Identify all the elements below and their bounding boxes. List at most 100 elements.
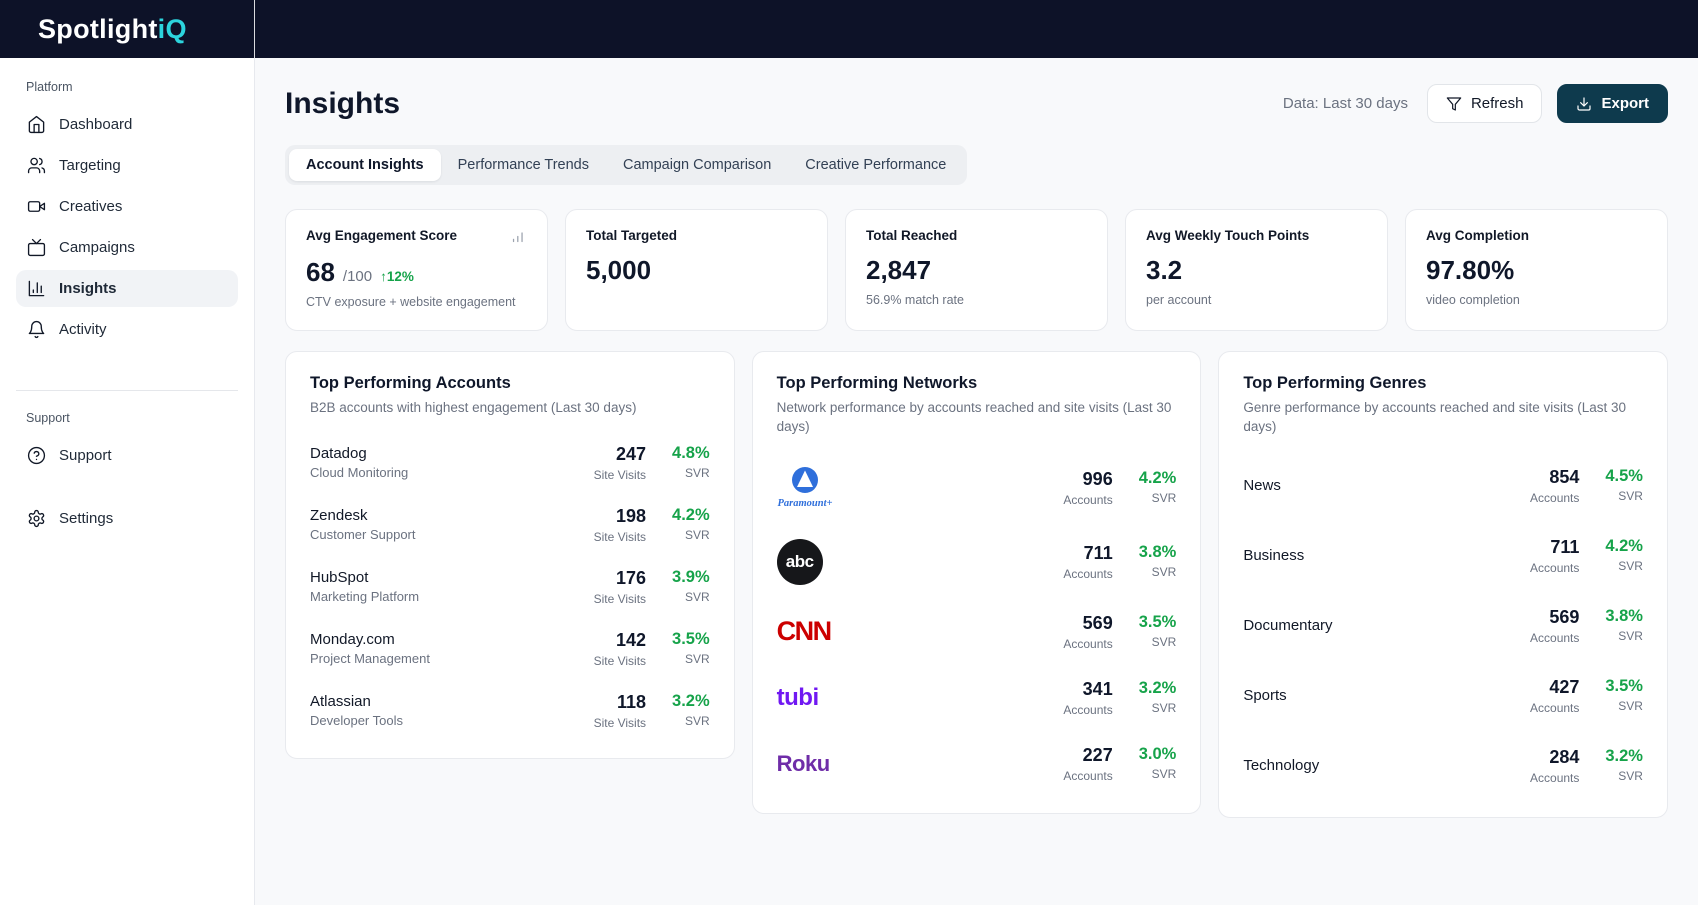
site-visits-label: Site Visits bbox=[594, 468, 646, 482]
site-visits-value: 118 bbox=[594, 692, 646, 713]
stat-subtitle: video completion bbox=[1426, 293, 1647, 307]
abc-logo: abc bbox=[777, 539, 823, 585]
svr-value: 3.5% bbox=[1605, 677, 1643, 696]
sidebar: Platform Dashboard Targeting Creatives C… bbox=[0, 58, 255, 905]
sidebar-item-label: Activity bbox=[59, 321, 107, 338]
svr-label: SVR bbox=[672, 466, 710, 480]
stat-subtitle: per account bbox=[1146, 293, 1367, 307]
site-visits-value: 142 bbox=[594, 630, 646, 651]
panel-title: Top Performing Accounts bbox=[310, 374, 710, 393]
svr-label: SVR bbox=[1605, 559, 1643, 573]
sidebar-item-label: Targeting bbox=[59, 157, 121, 174]
genre-row-business: Business 711Accounts 4.2%SVR bbox=[1243, 521, 1643, 591]
account-row-hubspot: HubSpot Marketing Platform 176Site Visit… bbox=[310, 556, 710, 618]
genre-row-technology: Technology 284Accounts 3.2%SVR bbox=[1243, 731, 1643, 801]
svr-label: SVR bbox=[672, 528, 710, 542]
svr-value: 3.2% bbox=[672, 692, 710, 711]
svr-value: 4.2% bbox=[1605, 537, 1643, 556]
sidebar-item-label: Dashboard bbox=[59, 116, 132, 133]
refresh-button[interactable]: Refresh bbox=[1427, 84, 1543, 123]
help-circle-icon bbox=[27, 446, 46, 465]
stat-card-total-reached: Total Reached 2,847 56.9% match rate bbox=[845, 209, 1108, 331]
svr-label: SVR bbox=[672, 652, 710, 666]
genre-name: Business bbox=[1243, 547, 1304, 564]
accounts-value: 284 bbox=[1530, 747, 1579, 768]
stat-value: 3.2 bbox=[1146, 255, 1182, 286]
sidebar-item-targeting[interactable]: Targeting bbox=[16, 147, 238, 184]
account-row-monday: Monday.com Project Management 142Site Vi… bbox=[310, 618, 710, 680]
tv-icon bbox=[27, 238, 46, 257]
site-visits-value: 198 bbox=[594, 506, 646, 527]
svr-value: 3.2% bbox=[1605, 747, 1643, 766]
genre-row-documentary: Documentary 569Accounts 3.8%SVR bbox=[1243, 591, 1643, 661]
sidebar-item-label: Insights bbox=[59, 280, 117, 297]
svr-label: SVR bbox=[1139, 491, 1177, 505]
accounts-value: 711 bbox=[1530, 537, 1579, 558]
sidebar-item-campaigns[interactable]: Campaigns bbox=[16, 229, 238, 266]
export-button-label: Export bbox=[1601, 95, 1649, 112]
brand-wordmark: SpotlightiQ bbox=[38, 14, 187, 45]
sidebar-item-insights[interactable]: Insights bbox=[16, 270, 238, 307]
stat-delta: ↑12% bbox=[380, 269, 414, 284]
sidebar-item-settings[interactable]: Settings bbox=[16, 500, 238, 537]
svr-label: SVR bbox=[1139, 701, 1177, 715]
account-row-datadog: Datadog Cloud Monitoring 247Site Visits … bbox=[310, 432, 710, 494]
brand-name: Spotlight bbox=[38, 14, 158, 44]
accounts-label: Accounts bbox=[1530, 771, 1579, 785]
accounts-value: 427 bbox=[1530, 677, 1579, 698]
tab-campaign-comparison[interactable]: Campaign Comparison bbox=[606, 149, 788, 181]
tab-account-insights[interactable]: Account Insights bbox=[289, 149, 441, 181]
panel-subtitle: Genre performance by accounts reached an… bbox=[1243, 399, 1643, 437]
svr-value: 4.5% bbox=[1605, 467, 1643, 486]
accounts-label: Accounts bbox=[1530, 491, 1579, 505]
svr-label: SVR bbox=[1139, 767, 1177, 781]
svr-label: SVR bbox=[672, 714, 710, 728]
accounts-value: 569 bbox=[1063, 613, 1112, 634]
video-camera-icon bbox=[27, 197, 46, 216]
tab-creative-performance[interactable]: Creative Performance bbox=[788, 149, 963, 181]
tab-performance-trends[interactable]: Performance Trends bbox=[441, 149, 606, 181]
accounts-value: 711 bbox=[1063, 543, 1112, 564]
site-visits-label: Site Visits bbox=[594, 654, 646, 668]
account-name: Atlassian bbox=[310, 693, 403, 710]
svr-label: SVR bbox=[1605, 489, 1643, 503]
cnn-logo: CNN bbox=[777, 616, 831, 647]
sidebar-item-dashboard[interactable]: Dashboard bbox=[16, 106, 238, 143]
topbar: SpotlightiQ bbox=[0, 0, 1698, 58]
panel-top-networks: Top Performing Networks Network performa… bbox=[752, 351, 1202, 814]
genre-row-sports: Sports 427Accounts 3.5%SVR bbox=[1243, 661, 1643, 731]
accounts-label: Accounts bbox=[1063, 769, 1112, 783]
svr-value: 4.8% bbox=[672, 444, 710, 463]
accounts-label: Accounts bbox=[1530, 631, 1579, 645]
accounts-label: Accounts bbox=[1063, 493, 1112, 507]
site-visits-label: Site Visits bbox=[594, 592, 646, 606]
account-row-zendesk: Zendesk Customer Support 198Site Visits … bbox=[310, 494, 710, 556]
account-name: Datadog bbox=[310, 445, 408, 462]
panel-subtitle: B2B accounts with highest engagement (La… bbox=[310, 399, 710, 418]
stat-card-engagement-score: Avg Engagement Score 68 /100 ↑12% CTV ex… bbox=[285, 209, 548, 331]
genre-name: Sports bbox=[1243, 687, 1286, 704]
stat-suffix: /100 bbox=[343, 268, 372, 285]
stat-value: 2,847 bbox=[866, 255, 931, 286]
svr-label: SVR bbox=[1139, 565, 1177, 579]
account-name: HubSpot bbox=[310, 569, 419, 586]
refresh-button-label: Refresh bbox=[1471, 95, 1524, 112]
panel-top-genres: Top Performing Genres Genre performance … bbox=[1218, 351, 1668, 818]
export-button[interactable]: Export bbox=[1557, 84, 1668, 123]
sidebar-item-activity[interactable]: Activity bbox=[16, 311, 238, 348]
sidebar-item-support[interactable]: Support bbox=[16, 437, 238, 474]
svr-value: 4.2% bbox=[672, 506, 710, 525]
site-visits-label: Site Visits bbox=[594, 530, 646, 544]
svg-text:Paramount+: Paramount+ bbox=[777, 498, 832, 509]
sidebar-item-creatives[interactable]: Creatives bbox=[16, 188, 238, 225]
main-content: Insights Data: Last 30 days Refresh Expo… bbox=[255, 58, 1698, 905]
roku-logo: Roku bbox=[777, 751, 830, 777]
account-row-atlassian: Atlassian Developer Tools 118Site Visits… bbox=[310, 680, 710, 742]
stat-title: Total Targeted bbox=[586, 228, 677, 243]
stat-title: Total Reached bbox=[866, 228, 957, 243]
genre-name: Technology bbox=[1243, 757, 1319, 774]
panel-top-accounts: Top Performing Accounts B2B accounts wit… bbox=[285, 351, 735, 759]
accounts-value: 569 bbox=[1530, 607, 1579, 628]
tubi-logo: tubi bbox=[777, 684, 819, 712]
svr-label: SVR bbox=[1139, 635, 1177, 649]
